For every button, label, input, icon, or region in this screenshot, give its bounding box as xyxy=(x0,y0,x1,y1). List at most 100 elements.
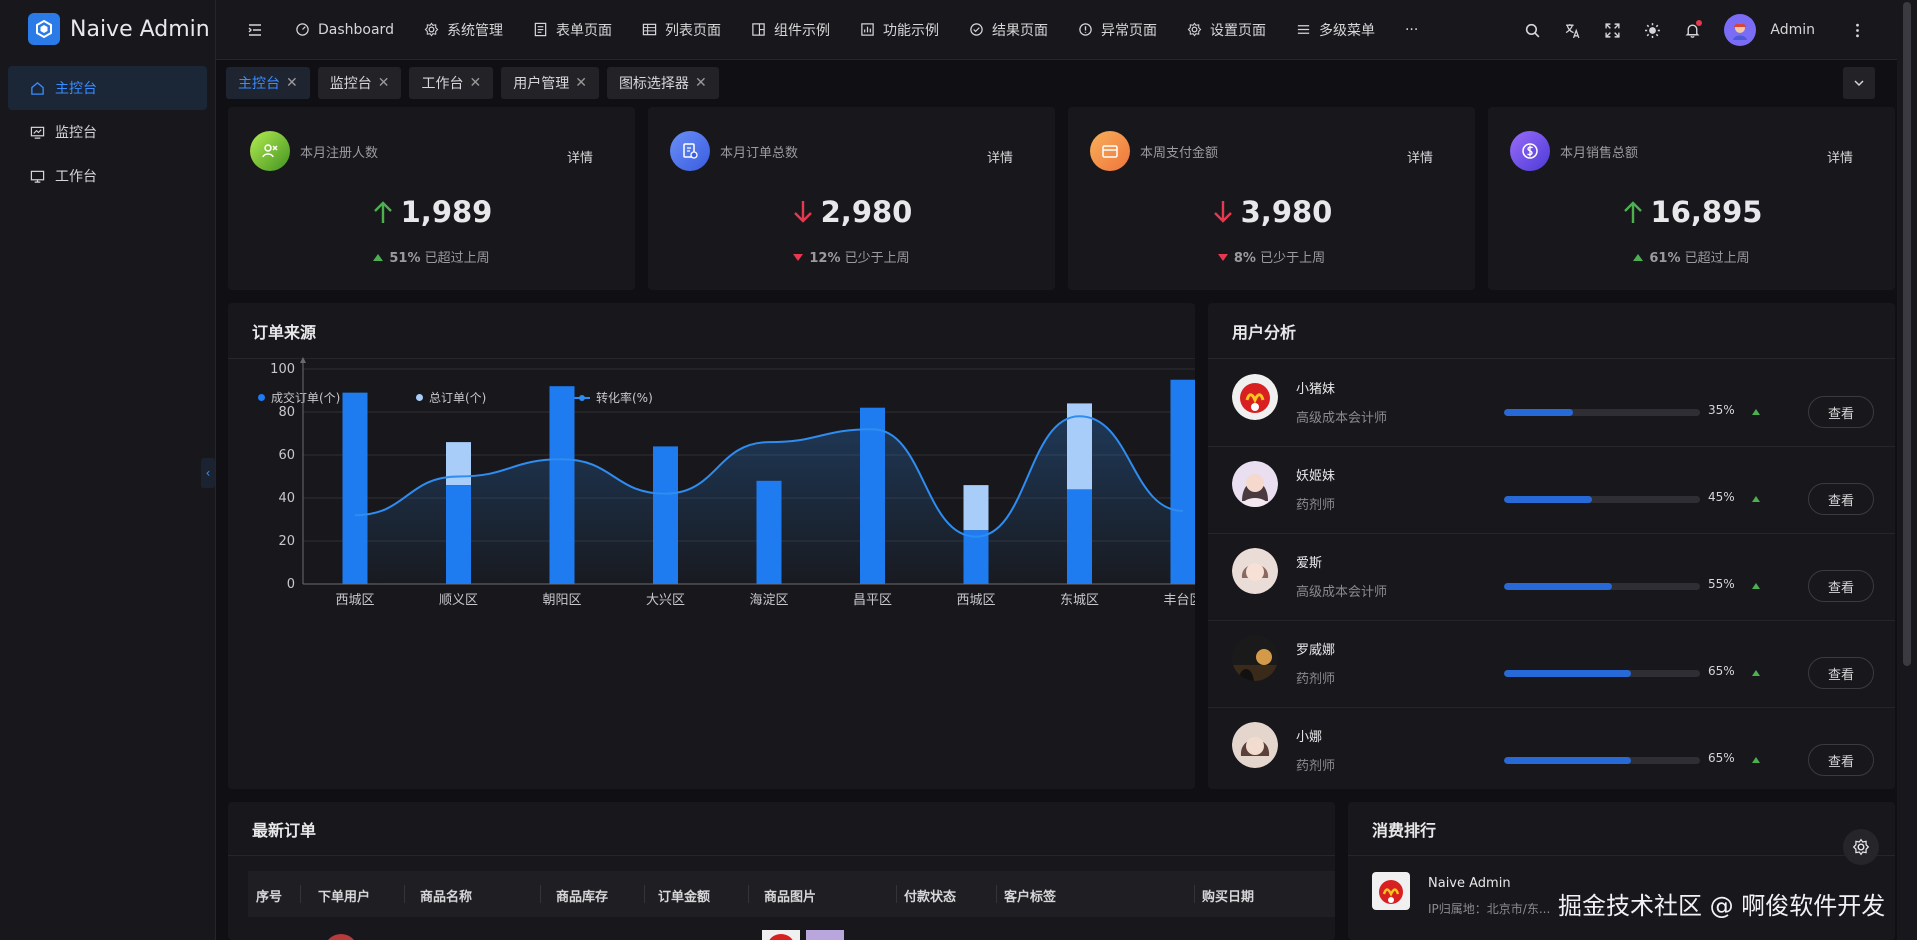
view-button[interactable]: 查看 xyxy=(1808,657,1874,689)
topnav-item-system[interactable]: 系统管理 xyxy=(409,0,518,60)
product-image-detail xyxy=(768,934,794,940)
card-title: 用户分析 xyxy=(1208,303,1895,359)
topnav-label: 异常页面 xyxy=(1100,22,1157,39)
arrow-down-icon xyxy=(793,201,812,223)
topnav-label: 表单页面 xyxy=(555,22,612,39)
view-button[interactable]: 查看 xyxy=(1808,396,1874,428)
close-icon[interactable]: ✕ xyxy=(286,75,298,91)
x-tick-label: 顺义区 xyxy=(439,593,478,608)
close-icon[interactable]: ✕ xyxy=(695,75,707,91)
legend-item-total[interactable]: 总订单(个) xyxy=(416,389,574,406)
settings-float-button[interactable] xyxy=(1843,829,1879,865)
triangle-up-icon xyxy=(1633,254,1644,261)
triangle-up-icon xyxy=(1752,583,1760,589)
monitor-icon xyxy=(30,126,45,139)
close-icon[interactable]: ✕ xyxy=(378,75,390,91)
app-logo[interactable]: Naive Admin xyxy=(0,0,215,58)
user-name: 爱斯 xyxy=(1296,556,1323,571)
sidebar-item-monitor[interactable]: 监控台 xyxy=(8,110,207,154)
tab-workbench[interactable]: 工作台 ✕ xyxy=(409,67,494,99)
stat-number: 16,895 xyxy=(1650,195,1763,229)
page-scrollbar[interactable] xyxy=(1897,0,1917,940)
stat-note: 已少于上周 xyxy=(844,251,910,266)
language-button[interactable] xyxy=(1552,10,1592,50)
topnav-more-button[interactable]: ··· xyxy=(1390,0,1433,60)
sidebar-collapse-button[interactable]: ‹ xyxy=(201,458,215,488)
user-menu[interactable]: Admin xyxy=(1712,14,1837,46)
stat-percent: 8% xyxy=(1233,251,1256,266)
detail-link[interactable]: 详情 xyxy=(567,147,593,166)
bar-deal xyxy=(342,392,368,584)
fullscreen-button[interactable] xyxy=(1592,10,1632,50)
topnav-item-multimenu[interactable]: 多级菜单 xyxy=(1281,0,1390,60)
tab-icon-picker[interactable]: 图标选择器 ✕ xyxy=(606,67,719,99)
stat-title: 本月订单总数 xyxy=(720,145,799,161)
user-role: 药剂师 xyxy=(1296,672,1336,687)
tab-label: 工作台 xyxy=(421,76,464,92)
stat-header: 本月销售总额 xyxy=(1510,131,1638,171)
table-row xyxy=(248,930,1335,940)
user-row: 罗威娜 药剂师 65% 查看 xyxy=(1208,621,1895,708)
stat-percent: 61% xyxy=(1649,251,1681,266)
detail-link[interactable]: 详情 xyxy=(1407,147,1433,166)
topnav-item-result[interactable]: 结果页面 xyxy=(954,0,1063,60)
topnav-item-dashboard[interactable]: Dashboard xyxy=(280,0,409,60)
topnav-item-settings[interactable]: 设置页面 xyxy=(1172,0,1281,60)
legend-item-rate[interactable]: 转化率(%) xyxy=(574,389,732,406)
sidebar-item-dashboard[interactable]: 主控台 xyxy=(8,66,207,110)
legend-item-deal[interactable]: 成交订单(个) xyxy=(258,389,416,406)
stat-trend: 12% 已少于上周 xyxy=(648,247,1055,266)
search-button[interactable] xyxy=(1512,10,1552,50)
topnav-item-exception[interactable]: 异常页面 xyxy=(1063,0,1172,60)
stat-header: 本月注册人数 xyxy=(250,131,378,171)
home-icon xyxy=(31,81,44,95)
close-icon[interactable]: ✕ xyxy=(469,75,481,91)
arrow-up-icon xyxy=(1623,201,1642,223)
scrollbar-thumb[interactable] xyxy=(1903,2,1911,666)
topnav-item-component[interactable]: 组件示例 xyxy=(736,0,845,60)
detail-link[interactable]: 详情 xyxy=(987,147,1013,166)
sidebar-item-workbench[interactable]: 工作台 xyxy=(8,154,207,198)
user-analysis-card: 用户分析 小猪妹 高级成本会计师 35% 查看 妖姬妹 药剂师 45% 查看 爱… xyxy=(1208,303,1895,789)
tab-user-management[interactable]: 用户管理 ✕ xyxy=(501,67,599,99)
topnav-item-form[interactable]: 表单页面 xyxy=(518,0,627,60)
sidebar-item-label: 主控台 xyxy=(55,81,97,97)
close-icon[interactable]: ✕ xyxy=(575,75,587,91)
bar-deal xyxy=(756,480,782,584)
topnav-item-list[interactable]: 列表页面 xyxy=(627,0,736,60)
more-options-button[interactable] xyxy=(1837,10,1877,50)
triangle-up-icon xyxy=(373,254,384,261)
topnav-label: 组件示例 xyxy=(773,22,830,39)
menu-toggle-button[interactable] xyxy=(230,22,280,38)
theme-toggle-button[interactable] xyxy=(1632,10,1672,50)
view-button[interactable]: 查看 xyxy=(1808,483,1874,515)
topnav-label: Dashboard xyxy=(318,21,394,38)
bar-deal xyxy=(860,407,885,584)
legend-dot xyxy=(258,394,265,401)
progress-fill xyxy=(1504,670,1632,677)
legend-line xyxy=(574,394,590,401)
detail-link[interactable]: 详情 xyxy=(1827,147,1853,166)
column-divider xyxy=(996,885,997,903)
notification-badge xyxy=(1696,20,1703,26)
tab-dashboard[interactable]: 主控台 ✕ xyxy=(226,67,310,99)
notification-button[interactable] xyxy=(1672,10,1712,50)
top-actions: Admin xyxy=(1512,0,1877,60)
stat-header: 本周支付金额 xyxy=(1090,131,1218,171)
bar-deal xyxy=(1170,379,1195,584)
column-divider xyxy=(300,885,301,903)
topnav-item-feature[interactable]: 功能示例 xyxy=(845,0,954,60)
y-tick-label: 100 xyxy=(270,362,295,377)
view-button[interactable]: 查看 xyxy=(1808,570,1874,602)
avatar xyxy=(324,934,358,940)
view-button[interactable]: 查看 xyxy=(1808,744,1874,776)
tab-monitor[interactable]: 监控台 ✕ xyxy=(317,67,402,99)
table-header: 序号 下单用户 商品名称 商品库存 订单金额 商品图片 付款状态 客户标签 购买… xyxy=(248,871,1335,917)
topnav-label: 多级菜单 xyxy=(1318,22,1375,39)
y-tick-label: 60 xyxy=(278,448,295,463)
order-source-chart: 0 20 40 60 80 100 西城区 顺义区 朝阳区 大兴区 海淀区 昌平区 西城区 东城区 丰台区 xyxy=(270,357,1195,608)
user-name: 妖姬妹 xyxy=(1296,469,1336,484)
tab-dropdown-button[interactable] xyxy=(1843,67,1875,99)
column-divider xyxy=(896,885,897,903)
bar-deal xyxy=(446,485,471,584)
